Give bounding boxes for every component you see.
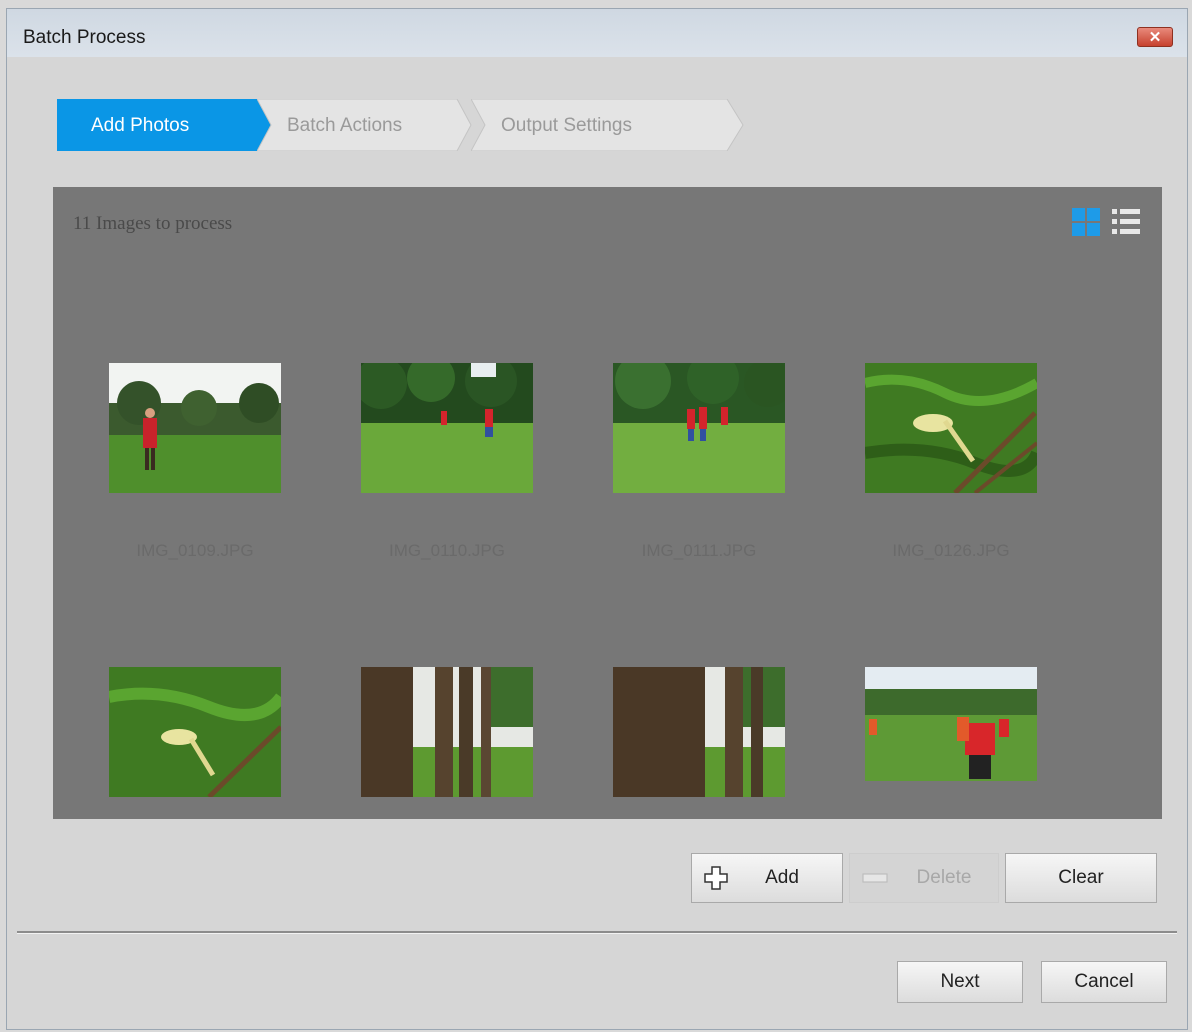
delete-button[interactable]: Delete: [849, 853, 999, 903]
thumbnail-filename: IMG_0126.JPG: [892, 541, 1010, 560]
photo-thumbnail: [109, 363, 281, 493]
minus-icon: [862, 873, 888, 883]
thumbnail-filename: IMG_0109.JPG: [136, 541, 254, 560]
next-button-label: Next: [940, 971, 980, 992]
cancel-button-label: Cancel: [1074, 971, 1134, 992]
thumbnail-item[interactable]: [361, 667, 533, 797]
batch-process-dialog: Batch Process ✕ Add Photos Batch Actions…: [6, 8, 1188, 1030]
close-button[interactable]: ✕: [1137, 27, 1173, 47]
photo-thumbnail: [361, 667, 533, 797]
close-icon: ✕: [1148, 29, 1162, 46]
grid-view-icon[interactable]: [1071, 207, 1101, 237]
thumbnail-filename: IMG_0111.JPG: [641, 541, 757, 560]
clear-button-label: Clear: [1058, 867, 1104, 888]
cancel-button[interactable]: Cancel: [1041, 961, 1167, 1003]
step-label: Output Settings: [501, 115, 632, 136]
photo-thumbnail: [613, 363, 785, 493]
step-label: Batch Actions: [287, 115, 403, 136]
photo-thumbnail: [613, 667, 785, 797]
photo-thumbnail: [361, 363, 533, 493]
thumbnail-item[interactable]: IMG_0110.JPG: [361, 363, 533, 560]
window-title: Batch Process: [23, 27, 146, 48]
step-label: Add Photos: [91, 115, 190, 136]
add-button-label: Add: [765, 867, 799, 888]
title-bar: Batch Process ✕: [7, 9, 1187, 57]
plus-icon: [704, 866, 728, 890]
photo-thumbnail: [109, 667, 281, 797]
thumbnail-item[interactable]: [109, 667, 281, 797]
add-button[interactable]: Add: [691, 853, 843, 903]
image-grid-panel[interactable]: 11 Images to process IMG_0109.JPG IMG_01…: [53, 187, 1162, 819]
clear-button[interactable]: Clear: [1005, 853, 1157, 903]
footer-divider: [17, 931, 1177, 934]
thumbnail-item[interactable]: IMG_0126.JPG: [865, 363, 1037, 560]
photo-thumbnail: [865, 667, 1037, 781]
thumbnail-item[interactable]: [613, 667, 785, 797]
thumbnail-item[interactable]: IMG_0111.JPG: [613, 363, 785, 560]
image-count: 11 Images to process: [73, 213, 233, 234]
delete-button-label: Delete: [916, 867, 972, 888]
thumbnail-item[interactable]: [865, 667, 1037, 781]
thumbnail-item[interactable]: IMG_0109.JPG: [109, 363, 281, 560]
photo-thumbnail: [865, 363, 1037, 493]
thumbnail-filename: IMG_0110.JPG: [389, 541, 505, 560]
list-view-icon[interactable]: [1111, 207, 1141, 237]
next-button[interactable]: Next: [897, 961, 1023, 1003]
